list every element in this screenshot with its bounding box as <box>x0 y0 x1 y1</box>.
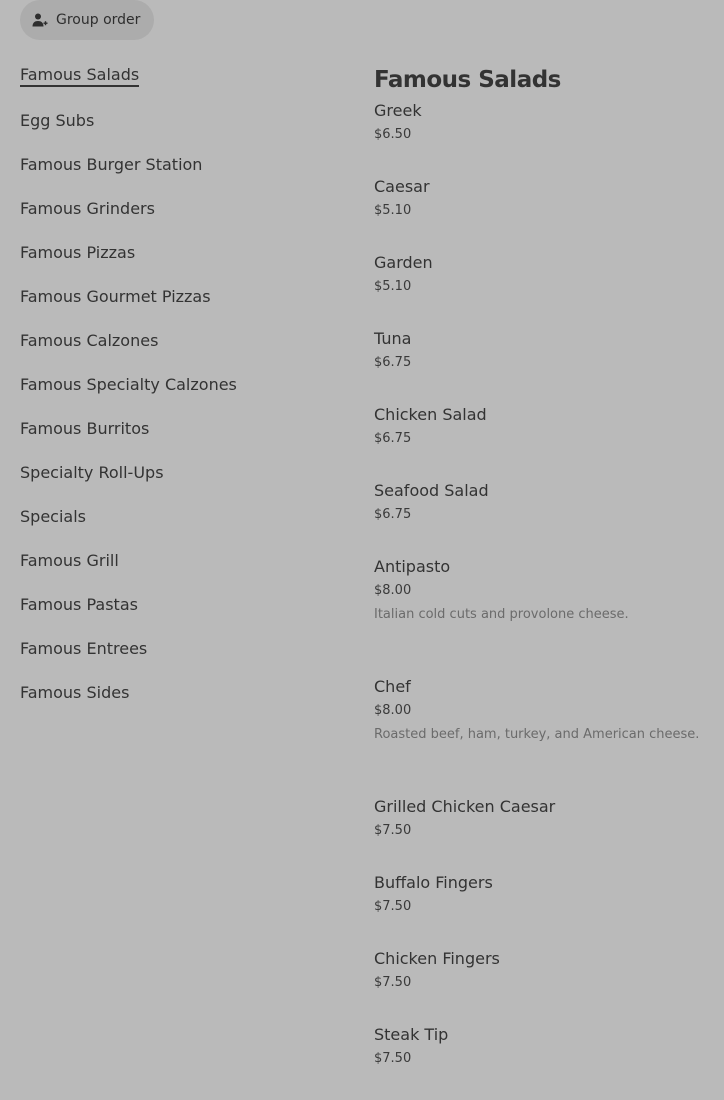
menu-item-name: Greek <box>374 101 422 120</box>
menu-item-name: Caesar <box>374 177 430 196</box>
sidebar-item-famous-calzones[interactable]: Famous Calzones <box>20 318 340 362</box>
sidebar-item-famous-salads[interactable]: Famous Salads <box>20 54 340 98</box>
sidebar-item-famous-gourmet-pizzas[interactable]: Famous Gourmet Pizzas <box>20 274 340 318</box>
sidebar-item-famous-sides[interactable]: Famous Sides <box>20 670 340 714</box>
menu-item-name: Tuna <box>374 329 412 348</box>
menu-item-steak-tip[interactable]: Steak Tip $7.50 <box>374 1024 714 1100</box>
menu-item-greek[interactable]: Greek $6.50 <box>374 100 714 176</box>
group-order-button[interactable]: Group order <box>20 0 154 40</box>
sidebar-item-label: Famous Burger Station <box>20 154 203 174</box>
sidebar-item-egg-subs[interactable]: Egg Subs <box>20 98 340 142</box>
menu-item-price: $6.50 <box>374 127 412 142</box>
sidebar-item-label: Famous Gourmet Pizzas <box>20 286 211 306</box>
sidebar-item-specialty-roll-ups[interactable]: Specialty Roll-Ups <box>20 450 340 494</box>
menu-item-price: $8.00 <box>374 703 412 718</box>
menu-item-price: $5.10 <box>374 203 412 218</box>
sidebar-item-famous-pastas[interactable]: Famous Pastas <box>20 582 340 626</box>
sidebar-item-label: Specialty Roll-Ups <box>20 462 164 482</box>
sidebar-item-famous-pizzas[interactable]: Famous Pizzas <box>20 230 340 274</box>
menu-item-price: $6.75 <box>374 431 412 446</box>
menu-item-garden[interactable]: Garden $5.10 <box>374 252 714 328</box>
person-plus-icon <box>32 13 48 27</box>
menu-item-grilled-chicken-caesar[interactable]: Grilled Chicken Caesar $7.50 <box>374 796 714 872</box>
menu-item-caesar[interactable]: Caesar $5.10 <box>374 176 714 252</box>
category-sidebar: Famous Salads Egg Subs Famous Burger Sta… <box>20 54 340 714</box>
sidebar-item-label: Famous Entrees <box>20 638 148 658</box>
menu-item-description: Italian cold cuts and provolone cheese. <box>374 607 629 622</box>
section-title: Famous Salads <box>374 67 561 93</box>
sidebar-item-label: Famous Burritos <box>20 418 150 438</box>
sidebar-item-label: Famous Grinders <box>20 198 155 218</box>
menu-item-price: $7.50 <box>374 975 412 990</box>
menu-item-name: Chef <box>374 677 411 696</box>
sidebar-item-label: Famous Salads <box>20 65 140 87</box>
sidebar-item-label: Famous Calzones <box>20 330 159 350</box>
menu-item-antipasto[interactable]: Antipasto $8.00 Italian cold cuts and pr… <box>374 556 714 676</box>
sidebar-item-famous-burritos[interactable]: Famous Burritos <box>20 406 340 450</box>
menu-item-price: $8.00 <box>374 583 412 598</box>
menu-item-price: $5.10 <box>374 279 412 294</box>
sidebar-item-famous-grinders[interactable]: Famous Grinders <box>20 186 340 230</box>
menu-item-name: Chicken Fingers <box>374 949 500 968</box>
menu-item-price: $6.75 <box>374 507 412 522</box>
sidebar-item-label: Specials <box>20 506 86 526</box>
sidebar-item-label: Famous Pastas <box>20 594 138 614</box>
sidebar-item-label: Famous Sides <box>20 682 130 702</box>
menu-item-name: Steak Tip <box>374 1025 449 1044</box>
menu-item-name: Seafood Salad <box>374 481 489 500</box>
sidebar-item-famous-specialty-calzones[interactable]: Famous Specialty Calzones <box>20 362 340 406</box>
menu-item-tuna[interactable]: Tuna $6.75 <box>374 328 714 404</box>
menu-item-name: Grilled Chicken Caesar <box>374 797 556 816</box>
menu-item-price: $7.50 <box>374 899 412 914</box>
menu-item-chicken-salad[interactable]: Chicken Salad $6.75 <box>374 404 714 480</box>
menu-item-price: $7.50 <box>374 823 412 838</box>
sidebar-item-label: Famous Specialty Calzones <box>20 374 237 394</box>
menu-item-buffalo-fingers[interactable]: Buffalo Fingers $7.50 <box>374 872 714 948</box>
menu-item-seafood-salad[interactable]: Seafood Salad $6.75 <box>374 480 714 556</box>
menu-item-description: Roasted beef, ham, turkey, and American … <box>374 727 700 742</box>
sidebar-item-label: Egg Subs <box>20 110 95 130</box>
menu-item-chicken-fingers[interactable]: Chicken Fingers $7.50 <box>374 948 714 1024</box>
sidebar-item-famous-burger-station[interactable]: Famous Burger Station <box>20 142 340 186</box>
menu-item-chef[interactable]: Chef $8.00 Roasted beef, ham, turkey, an… <box>374 676 714 796</box>
menu-item-name: Garden <box>374 253 433 272</box>
menu-item-name: Buffalo Fingers <box>374 873 493 892</box>
sidebar-item-label: Famous Pizzas <box>20 242 136 262</box>
sidebar-item-label: Famous Grill <box>20 550 119 570</box>
menu-section: Famous Salads Greek $6.50 Caesar $5.10 G… <box>374 60 714 1100</box>
sidebar-item-famous-grill[interactable]: Famous Grill <box>20 538 340 582</box>
group-order-label: Group order <box>56 12 141 28</box>
menu-item-name: Chicken Salad <box>374 405 487 424</box>
sidebar-item-famous-entrees[interactable]: Famous Entrees <box>20 626 340 670</box>
menu-item-price: $7.50 <box>374 1051 412 1066</box>
menu-item-price: $6.75 <box>374 355 412 370</box>
menu-item-name: Antipasto <box>374 557 451 576</box>
sidebar-item-specials[interactable]: Specials <box>20 494 340 538</box>
